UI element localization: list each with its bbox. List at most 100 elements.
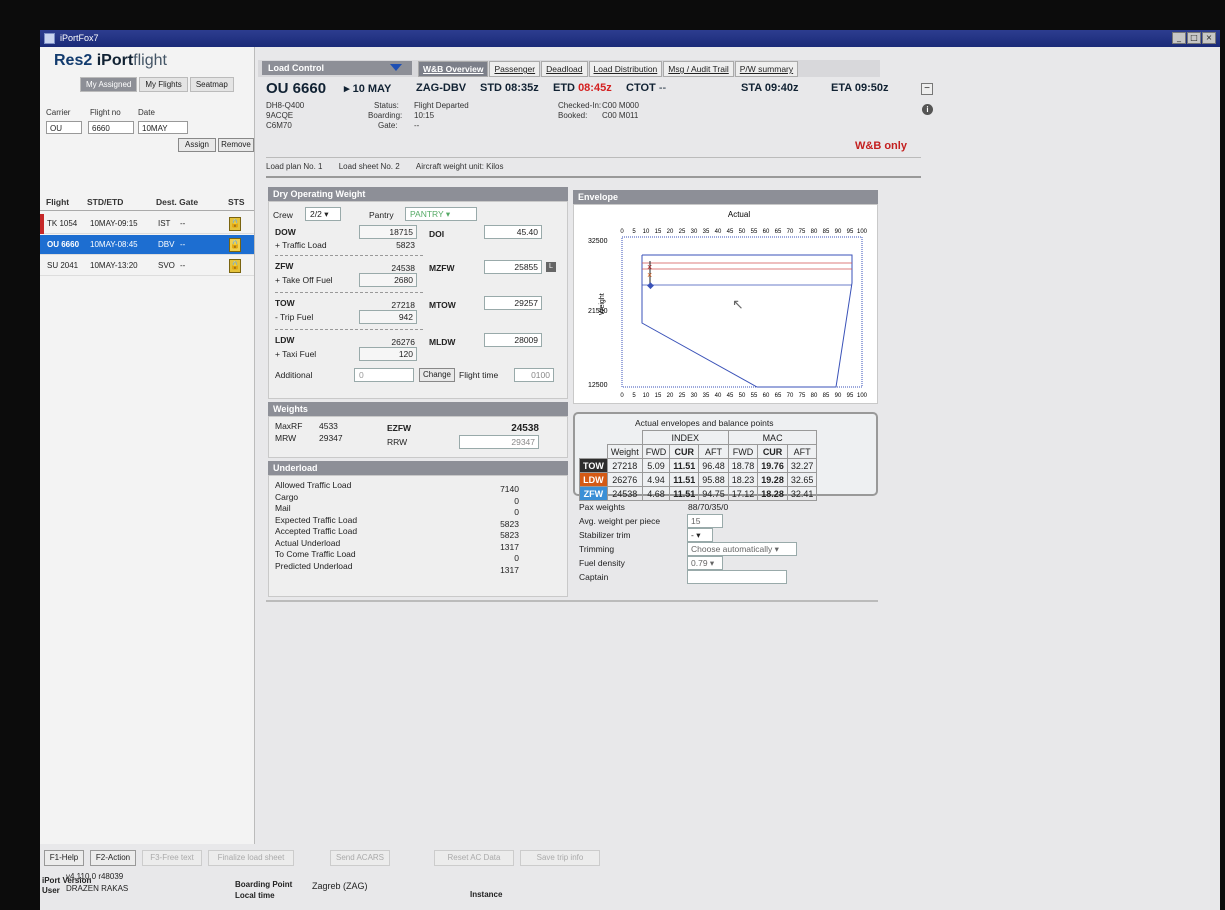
pantry-select[interactable]: PANTRY ▾ (405, 207, 477, 221)
x-tick: 10 (643, 393, 650, 399)
x-tick: 100 (857, 393, 868, 399)
underload-value: 0 (514, 507, 519, 517)
tab-seatmap[interactable]: Seatmap (189, 77, 234, 92)
x-tick: 70 (787, 393, 794, 399)
reset-ac-data-button[interactable]: Reset AC Data (434, 850, 514, 866)
remove-button[interactable]: Remove (218, 138, 254, 152)
tab-my-flights[interactable]: My Flights (139, 77, 188, 92)
trimming-select[interactable]: Choose automatically ▾ (687, 542, 797, 556)
flight-time-field[interactable]: 0100 (514, 368, 554, 382)
f2-action-button[interactable]: F2-Action (90, 850, 136, 866)
tab-passenger[interactable]: Passenger (489, 61, 541, 77)
pax-weights: 88/70/35/0 (688, 502, 729, 512)
crew-select[interactable]: 2/2 ▾ (305, 207, 341, 221)
flight-row[interactable]: SU 2041 10MAY-13:20 SVO -- 🔒 (40, 256, 254, 276)
tab-deadload[interactable]: Deadload (541, 61, 588, 77)
gate-value: -- (414, 121, 420, 130)
underload-label: Mail (275, 503, 291, 513)
index-fwd: 4.94 (641, 472, 671, 487)
finalize-loadsheet-button[interactable]: Finalize load sheet (208, 850, 294, 866)
mrw-value: 29347 (319, 433, 343, 443)
wb-only-label: W&B only (855, 140, 907, 152)
version: v4.110.0 r48039 (66, 872, 124, 881)
carrier-field[interactable]: OU (46, 121, 82, 134)
x-tick: 95 (847, 229, 854, 235)
load-control-dropdown[interactable]: Load Control (262, 61, 412, 75)
tab-pw-summary[interactable]: P/W summary (734, 61, 799, 77)
x-tick: 75 (799, 393, 806, 399)
captain-field[interactable] (687, 570, 787, 584)
mac-fwd: 18.23 (727, 472, 759, 487)
booked: C00 M011 (602, 111, 639, 120)
doi-field[interactable]: 45.40 (484, 225, 542, 239)
envelope-section-title: Envelope (573, 190, 878, 204)
x-tick: 15 (655, 229, 662, 235)
mac-cur: 19.76 (757, 458, 788, 473)
x-tick: 65 (775, 393, 782, 399)
x-tick: 20 (667, 393, 674, 399)
maximize-icon[interactable]: □ (1187, 32, 1201, 44)
flightno-field[interactable]: 6660 (88, 121, 134, 134)
y-tick: 32500 (588, 238, 608, 245)
envelope-frame (621, 236, 863, 388)
ctot: CTOT -- (626, 82, 667, 94)
mldw-field[interactable]: 28009 (484, 333, 542, 347)
x-tick: 65 (775, 229, 782, 235)
mac-fwd: 18.78 (727, 458, 759, 473)
dow-field[interactable]: 18715 (359, 225, 417, 239)
std: STD 08:35z (480, 82, 539, 94)
lock-icon[interactable]: 🔒 (229, 238, 241, 252)
lock-icon[interactable]: 🔒 (229, 217, 241, 231)
index-cur: 11.51 (669, 472, 700, 487)
f1-help-button[interactable]: F1-Help (44, 850, 84, 866)
trip-fuel-field[interactable]: 942 (359, 310, 417, 324)
underload-value: 1317 (500, 564, 519, 575)
x-tick: 100 (857, 229, 868, 235)
lock-icon[interactable]: 🔒 (229, 259, 241, 273)
flightno-label: Flight no (90, 108, 121, 117)
tab-my-assigned[interactable]: My Assigned (80, 77, 138, 92)
collapse-icon[interactable]: − (921, 83, 933, 95)
flight-list-header: Flight STD/ETD Dest. Gate STS (40, 197, 254, 211)
x-tick: 70 (787, 229, 794, 235)
avg-weight-field[interactable]: 15 (687, 514, 723, 528)
zfw-value: 24538 (391, 263, 415, 273)
tow-value: 27218 (391, 300, 415, 310)
y-axis-label: Weight (599, 293, 606, 315)
etd: ETD 08:45z (553, 82, 612, 94)
app-icon (44, 33, 55, 44)
x-tick: 55 (751, 229, 758, 235)
taxi-fuel-field[interactable]: 120 (359, 347, 417, 361)
date-field[interactable]: 10MAY (138, 121, 188, 134)
change-button[interactable]: Change (419, 368, 455, 382)
mtow-field[interactable]: 29257 (484, 296, 542, 310)
save-trip-info-button[interactable]: Save trip info (520, 850, 600, 866)
assign-button[interactable]: Assign (178, 138, 216, 152)
info-icon[interactable]: i (922, 104, 933, 115)
additional-field[interactable]: 0 (354, 368, 414, 382)
rrw-field[interactable]: 29347 (459, 435, 539, 449)
underload-label: Cargo (275, 491, 299, 502)
tab-msg-audit[interactable]: Msg / Audit Trail (663, 61, 734, 77)
flight-header: OU 6660 DH8-Q400 9ACQE C6M70 ▸ 10 MAY ZA… (266, 80, 933, 142)
underload-value: 0 (514, 495, 519, 506)
ldw-value: 26276 (391, 337, 415, 347)
status-bar: F1-Help F2-Action F3-Free text Finalize … (40, 844, 1220, 910)
index-aft: 95.88 (698, 472, 729, 487)
loadplan-info: Load plan No. 1 Load sheet No. 2 Aircraf… (266, 162, 504, 171)
main-tabs: W&B Overview Passenger Deadload Load Dis… (418, 61, 799, 77)
send-acars-button[interactable]: Send ACARS (330, 850, 390, 866)
flight-row[interactable]: TK 1054 10MAY-09:15 IST -- 🔒 (40, 214, 254, 234)
fuel-density-select[interactable]: 0.79 ▾ (687, 556, 723, 570)
tab-load-distribution[interactable]: Load Distribution (588, 61, 663, 77)
mzfw-field[interactable]: 25855 (484, 260, 542, 274)
minimize-icon[interactable]: _ (1172, 32, 1186, 44)
f3-free-text-button[interactable]: F3-Free text (142, 850, 202, 866)
takeoff-fuel-field[interactable]: 2680 (359, 273, 417, 287)
flight-row-selected[interactable]: OU 6660 10MAY-08:45 DBV -- 🔒 (40, 235, 254, 255)
tab-wb-overview[interactable]: W&B Overview (418, 61, 489, 77)
weights-panel: MaxRF 4533 MRW 29347 EZFW 24538 RRW 2934… (268, 416, 568, 458)
stabilizer-select[interactable]: - ▾ (687, 528, 713, 542)
close-icon[interactable]: × (1202, 32, 1216, 44)
x-tick: 50 (739, 229, 746, 235)
